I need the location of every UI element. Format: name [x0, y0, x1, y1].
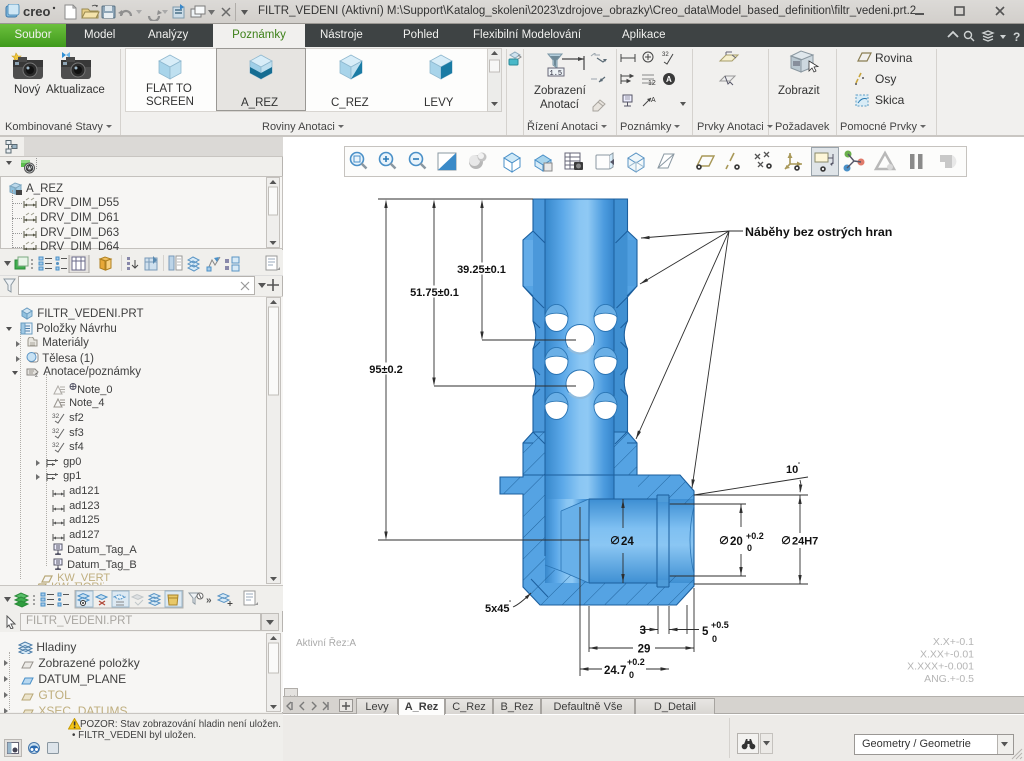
svg-text:Aktivní Řez:A: Aktivní Řez:A	[296, 636, 356, 649]
svg-text:95±0.2: 95±0.2	[369, 364, 403, 376]
svg-text:A: A	[666, 75, 672, 84]
svg-text:51.75±0.1: 51.75±0.1	[410, 287, 459, 299]
svg-text:+0.5: +0.5	[711, 620, 729, 630]
svg-text:creo: creo	[23, 4, 51, 19]
svg-text:32: 32	[52, 428, 60, 435]
svg-text:10: 10	[786, 464, 798, 476]
svg-text:0: 0	[712, 634, 717, 644]
svg-text:»: »	[206, 595, 212, 606]
svg-text:24H7: 24H7	[792, 536, 818, 548]
svg-text:5: 5	[702, 626, 709, 638]
svg-text:20: 20	[730, 536, 743, 548]
svg-text:32: 32	[662, 52, 669, 58]
svg-text:32: 32	[52, 413, 60, 420]
svg-text:+0.2: +0.2	[746, 531, 764, 541]
svg-text:12: 12	[648, 80, 656, 87]
svg-text:X.XXX+-0.001: X.XXX+-0.001	[907, 661, 974, 673]
svg-text:32: 32	[52, 442, 60, 449]
svg-text:ANG.+-0.5: ANG.+-0.5	[924, 673, 974, 685]
svg-text:0: 0	[747, 543, 752, 553]
svg-text:˚: ˚	[798, 462, 800, 470]
svg-text:29: 29	[638, 644, 651, 656]
svg-text:X.X+-0.1: X.X+-0.1	[933, 636, 974, 648]
svg-text:?: ?	[1013, 30, 1020, 43]
svg-text:24: 24	[621, 536, 634, 548]
svg-text:0: 0	[629, 670, 634, 680]
svg-text:24.7: 24.7	[604, 665, 626, 677]
svg-text:X.XX+-0.01: X.XX+-0.01	[920, 648, 974, 660]
svg-text:3: 3	[640, 625, 646, 637]
svg-text:+0.2: +0.2	[627, 657, 645, 667]
svg-text:˚: ˚	[509, 600, 511, 608]
svg-text:5x45: 5x45	[485, 603, 509, 615]
svg-text:39.25±0.1: 39.25±0.1	[457, 264, 506, 276]
svg-text:A: A	[651, 97, 656, 104]
svg-text:1.5: 1.5	[550, 70, 563, 77]
svg-text:Náběhy bez ostrých hran: Náběhy bez ostrých hran	[745, 225, 892, 239]
svg-text:z: z	[35, 373, 38, 378]
